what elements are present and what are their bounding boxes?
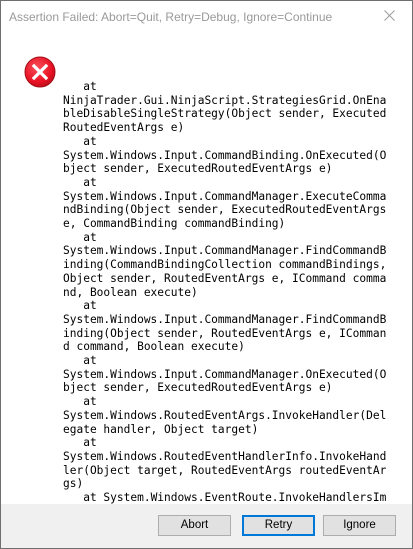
retry-button[interactable]: Retry: [242, 515, 315, 536]
close-button[interactable]: [368, 1, 412, 31]
ignore-button[interactable]: Ignore: [323, 515, 396, 536]
window-title: Assertion Failed: Abort=Quit, Retry=Debu…: [9, 10, 333, 24]
abort-button[interactable]: Abort: [158, 515, 231, 536]
title-bar[interactable]: Assertion Failed: Abort=Quit, Retry=Debu…: [1, 1, 412, 32]
button-bar: Abort Retry Ignore: [1, 504, 412, 548]
assertion-dialog: Assertion Failed: Abort=Quit, Retry=Debu…: [0, 0, 413, 549]
error-icon: [24, 56, 56, 88]
close-icon: [384, 10, 395, 21]
assertion-message: at NinjaTrader.Gui.NinjaScript.Strategie…: [63, 80, 387, 532]
